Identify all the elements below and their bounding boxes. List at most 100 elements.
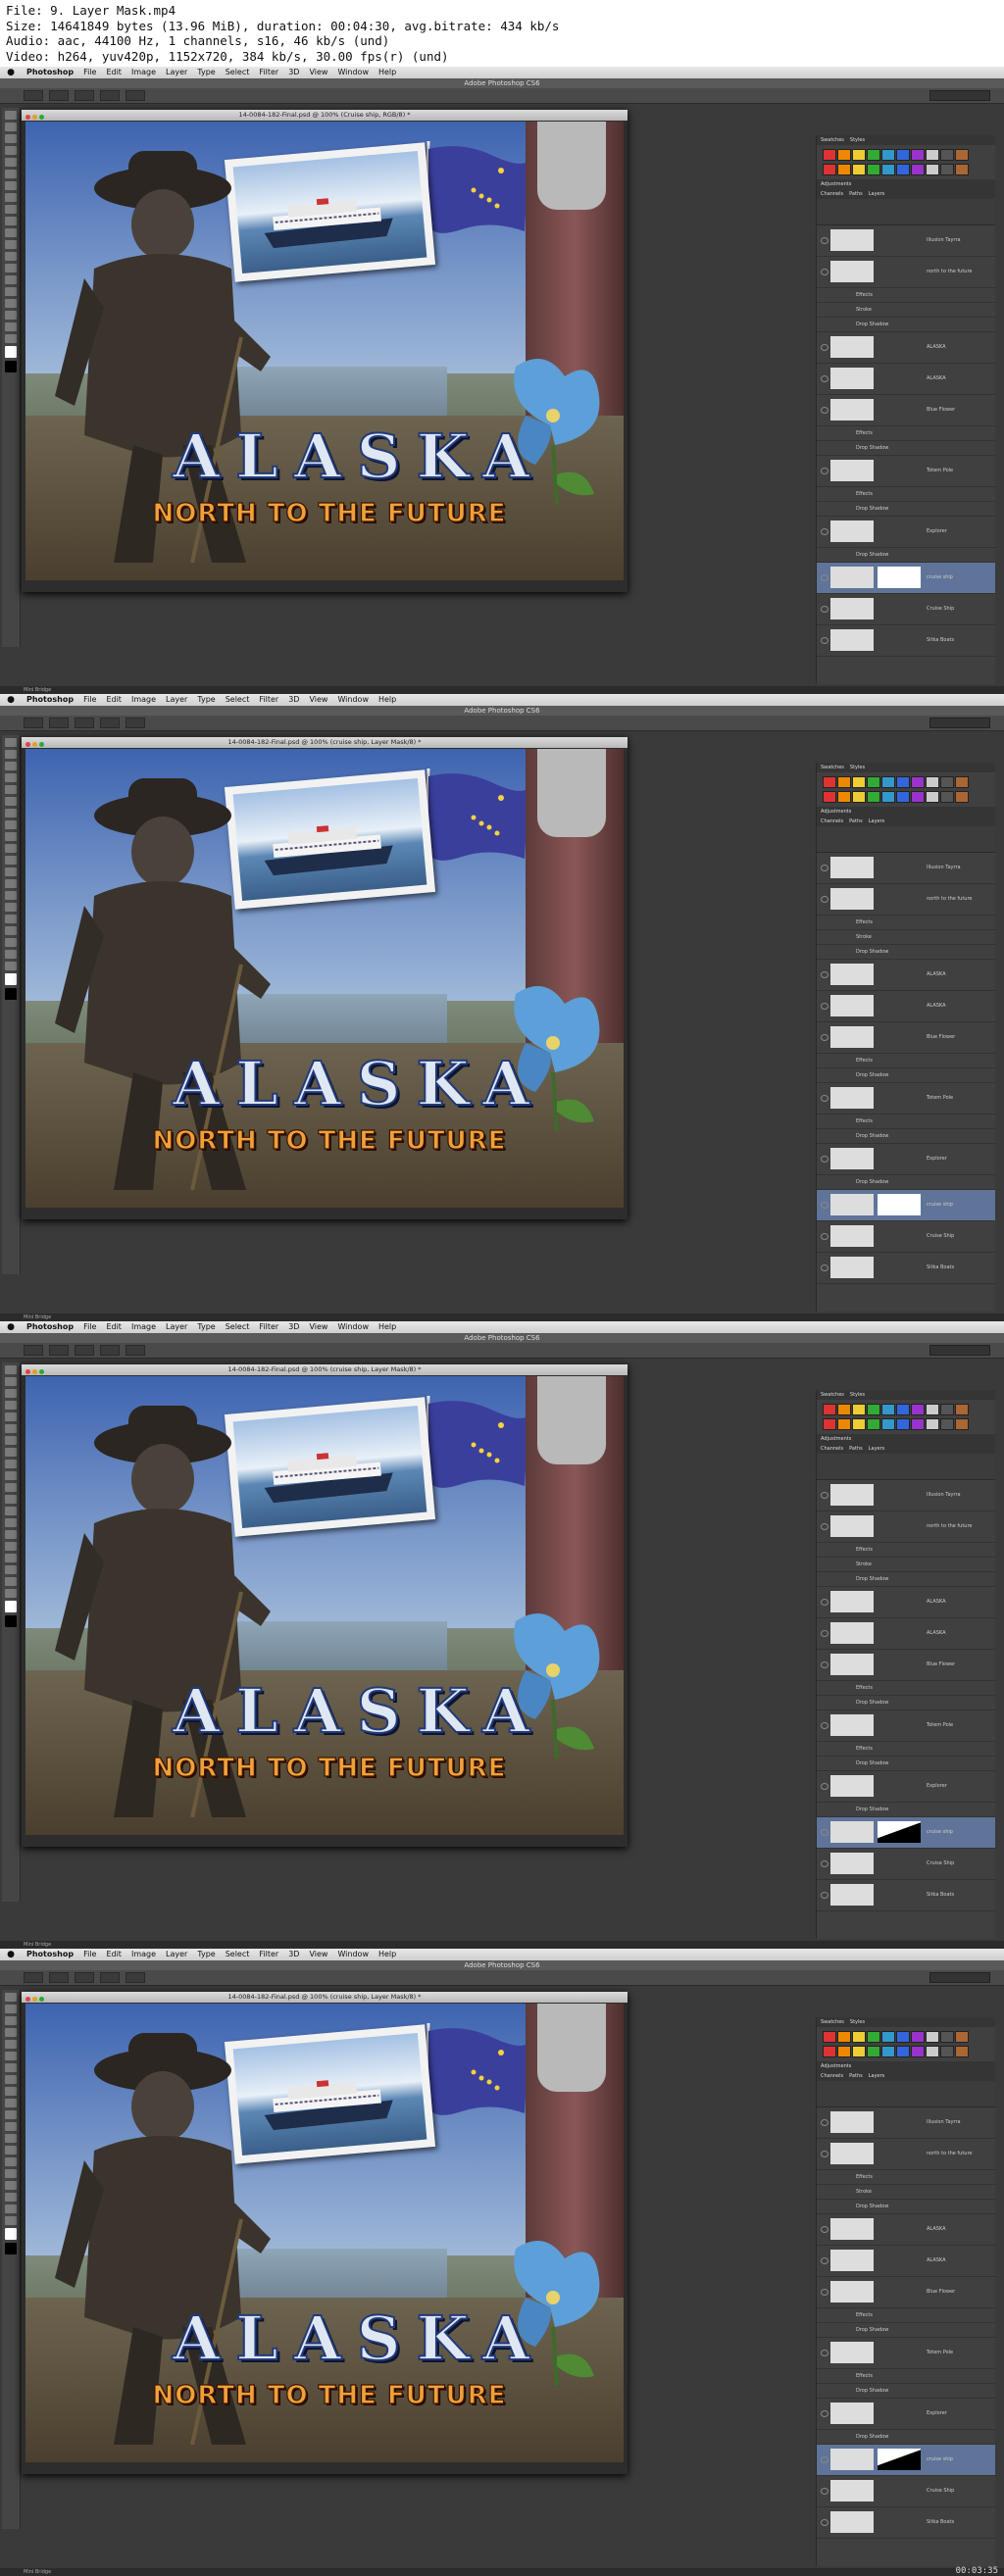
layer-thumbnail[interactable]: [830, 1515, 874, 1537]
menu-3d[interactable]: 3D: [283, 694, 304, 706]
visibility-eye-icon[interactable]: [821, 528, 828, 535]
apple-menu-icon[interactable]: ●: [0, 694, 22, 706]
style-swatch[interactable]: [867, 1404, 880, 1415]
quick-select-tool-icon[interactable]: [5, 1401, 17, 1410]
visibility-eye-icon[interactable]: [821, 1783, 828, 1790]
menu-select[interactable]: Select: [221, 67, 255, 78]
dodge-tool-icon[interactable]: [5, 264, 17, 272]
style-swatch[interactable]: [911, 791, 925, 803]
stamp-tool-icon[interactable]: [5, 832, 17, 841]
style-swatch[interactable]: [896, 2046, 910, 2057]
layer-thumbnail[interactable]: [830, 2342, 874, 2363]
document-window[interactable]: 14-0084-182-Final.psd @ 100% (cruise shi…: [22, 1992, 628, 2474]
layer-effect-row[interactable]: Effects: [817, 1115, 995, 1129]
layer-thumbnail[interactable]: [830, 261, 874, 282]
minimize-icon[interactable]: [32, 742, 37, 747]
hand-tool-icon[interactable]: [5, 1577, 17, 1586]
path-select-tool-icon[interactable]: [5, 926, 17, 935]
workspace-switcher[interactable]: [929, 718, 990, 728]
style-swatch[interactable]: [881, 1418, 895, 1430]
menu-help[interactable]: Help: [374, 1949, 401, 1960]
shape-tool-icon[interactable]: [5, 2193, 17, 2202]
visibility-eye-icon[interactable]: [821, 407, 828, 414]
style-swatch[interactable]: [867, 2031, 880, 2043]
mini-bridge-bar[interactable]: Mini Bridge: [0, 686, 1004, 694]
layer-row[interactable]: Explorer: [817, 517, 995, 548]
type-tool-icon[interactable]: [5, 2169, 17, 2178]
lasso-tool-icon[interactable]: [5, 2016, 17, 2025]
healing-tool-icon[interactable]: [5, 2063, 17, 2072]
healing-tool-icon[interactable]: [5, 181, 17, 190]
style-swatch[interactable]: [867, 791, 880, 803]
layer-row[interactable]: Totem Pole: [817, 2338, 995, 2369]
layer-thumbnail[interactable]: [830, 2111, 874, 2133]
option-control[interactable]: [126, 718, 145, 728]
path-select-tool-icon[interactable]: [5, 299, 17, 308]
zoom-tool-icon[interactable]: [5, 2216, 17, 2225]
eyedropper-tool-icon[interactable]: [5, 1424, 17, 1433]
layer-row[interactable]: Sitka Boats: [817, 1880, 995, 1911]
close-icon[interactable]: [25, 1997, 30, 2002]
crop-tool-icon[interactable]: [5, 785, 17, 794]
layer-thumbnail[interactable]: [830, 1821, 874, 1843]
minimize-icon[interactable]: [32, 1369, 37, 1374]
tab-paths[interactable]: Paths: [849, 191, 863, 197]
layer-row[interactable]: Explorer: [817, 1144, 995, 1175]
visibility-eye-icon[interactable]: [821, 2119, 828, 2126]
close-icon[interactable]: [25, 742, 30, 747]
layer-mask-thumbnail[interactable]: [878, 567, 921, 588]
type-tool-icon[interactable]: [5, 287, 17, 296]
layer-row[interactable]: Blue Flower: [817, 395, 995, 426]
style-swatch[interactable]: [823, 2046, 836, 2057]
minimize-icon[interactable]: [32, 1997, 37, 2002]
tab-styles[interactable]: Styles: [850, 2019, 865, 2025]
brush-tool-icon[interactable]: [5, 1448, 17, 1457]
visibility-eye-icon[interactable]: [821, 1264, 828, 1271]
layer-row[interactable]: ALASKA: [817, 364, 995, 395]
option-control[interactable]: [126, 1972, 145, 1983]
layer-mask-thumbnail[interactable]: [878, 1194, 921, 1215]
style-swatch[interactable]: [852, 164, 866, 175]
layer-effect-row[interactable]: Drop Shadow: [817, 1129, 995, 1144]
style-swatch[interactable]: [926, 1404, 939, 1415]
layer-row[interactable]: Illusion Tayrra: [817, 225, 995, 257]
blur-tool-icon[interactable]: [5, 1507, 17, 1515]
layer-effect-row[interactable]: Drop Shadow: [817, 1068, 995, 1083]
menu-photoshop[interactable]: Photoshop: [22, 1949, 78, 1960]
menu-3d[interactable]: 3D: [283, 1321, 304, 1333]
layer-effect-row[interactable]: Effects: [817, 2369, 995, 2384]
visibility-eye-icon[interactable]: [821, 1599, 828, 1606]
menu-filter[interactable]: Filter: [254, 67, 283, 78]
style-swatch[interactable]: [837, 791, 851, 803]
style-swatch[interactable]: [896, 2031, 910, 2043]
tab-styles[interactable]: Styles: [850, 1392, 865, 1398]
layer-effect-row[interactable]: Drop Shadow: [817, 1572, 995, 1587]
visibility-eye-icon[interactable]: [821, 606, 828, 613]
healing-tool-icon[interactable]: [5, 1436, 17, 1445]
visibility-eye-icon[interactable]: [821, 1892, 828, 1899]
menu-help[interactable]: Help: [374, 694, 401, 706]
layer-thumbnail[interactable]: [830, 1622, 874, 1644]
style-swatch[interactable]: [896, 1418, 910, 1430]
visibility-eye-icon[interactable]: [821, 971, 828, 978]
layer-thumbnail[interactable]: [830, 1775, 874, 1797]
layer-effect-row[interactable]: Drop Shadow: [817, 441, 995, 456]
visibility-eye-icon[interactable]: [821, 1661, 828, 1668]
shape-tool-icon[interactable]: [5, 311, 17, 320]
eyedropper-tool-icon[interactable]: [5, 2052, 17, 2060]
menu-view[interactable]: View: [304, 67, 332, 78]
style-swatch[interactable]: [823, 164, 836, 175]
style-swatch[interactable]: [823, 149, 836, 161]
style-swatch[interactable]: [852, 776, 866, 788]
zoom-tool-icon[interactable]: [5, 334, 17, 343]
option-control[interactable]: [49, 1345, 69, 1356]
style-swatch[interactable]: [940, 1418, 954, 1430]
option-control[interactable]: [75, 1345, 94, 1356]
style-swatch[interactable]: [896, 791, 910, 803]
zoom-icon[interactable]: [39, 115, 44, 120]
layer-row[interactable]: Totem Pole: [817, 1710, 995, 1742]
layer-row[interactable]: ALASKA: [817, 960, 995, 991]
quick-select-tool-icon[interactable]: [5, 2028, 17, 2037]
mini-bridge-bar[interactable]: Mini Bridge: [0, 1941, 1004, 1949]
option-control[interactable]: [49, 718, 69, 728]
